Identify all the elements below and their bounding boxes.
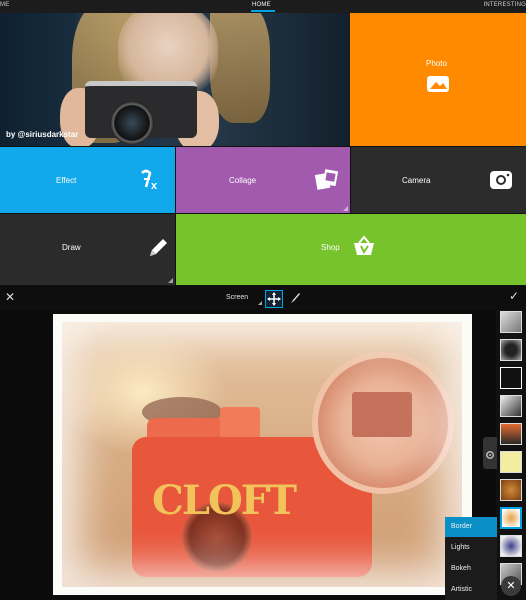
effect-thumbnail[interactable]	[500, 311, 522, 333]
effect-thumbnail[interactable]	[500, 451, 522, 473]
effect-thumbnail[interactable]	[500, 423, 522, 445]
draw-tile-corner	[168, 278, 173, 283]
collage-tile[interactable]: Collage	[176, 147, 350, 213]
close-menu-icon[interactable]: ✕	[501, 576, 521, 596]
category-artistic[interactable]: Artistic	[445, 580, 497, 600]
effect-thumbnail[interactable]	[500, 367, 522, 389]
effect-tile-label: Effect	[56, 176, 77, 185]
photo-vignette	[62, 322, 462, 587]
gallery-icon	[426, 75, 450, 98]
hero-hair-right	[210, 13, 270, 123]
camera-tile-label: Camera	[402, 176, 431, 185]
collage-icon	[314, 167, 340, 198]
move-icon[interactable]	[265, 290, 283, 308]
gear-icon	[485, 447, 495, 465]
blend-mode-select[interactable]: Screen	[226, 294, 248, 301]
category-border[interactable]: Border	[445, 517, 497, 537]
photo-tile-label: Photo	[426, 59, 447, 68]
close-icon[interactable]: ✕	[5, 290, 15, 304]
effect-thumbnail[interactable]	[500, 479, 522, 501]
collage-tile-corner	[343, 206, 348, 211]
settings-tab[interactable]	[483, 437, 497, 469]
shop-tile[interactable]: Shop	[176, 214, 350, 285]
shop-tile-label: Shop	[321, 243, 340, 252]
edited-photo[interactable]: CLOFT	[62, 322, 462, 587]
effect-category-menu: Border Lights Bokeh Artistic	[445, 517, 497, 600]
tab-me[interactable]: ME	[0, 2, 9, 8]
basket-icon	[352, 235, 376, 262]
hero-camera-lens	[110, 101, 154, 145]
collage-tile-label: Collage	[229, 176, 257, 185]
blend-mode-dropdown-indicator	[258, 301, 262, 305]
draw-tile-label: Draw	[62, 243, 81, 252]
check-icon[interactable]: ✓	[509, 289, 519, 303]
brush-icon[interactable]	[288, 291, 302, 305]
effect-thumbnail-selected[interactable]	[500, 507, 522, 529]
tab-interesting[interactable]: INTERESTING	[483, 2, 526, 8]
effect-thumbnail[interactable]	[500, 339, 522, 361]
draw-tile[interactable]: Draw	[0, 214, 175, 285]
tab-home-indicator	[251, 10, 275, 12]
top-navigation: ME HOME INTERESTING	[0, 0, 526, 13]
camera-tile[interactable]: Camera	[351, 147, 526, 213]
effect-thumbnail[interactable]	[500, 395, 522, 417]
svg-text:x: x	[151, 180, 158, 192]
effect-thumbnail[interactable]	[500, 535, 522, 557]
pencil-icon	[146, 236, 170, 265]
featured-image-tile[interactable]: by @siriusdarkstar	[0, 13, 350, 146]
category-lights[interactable]: Lights	[445, 538, 497, 558]
editor-toolbar: ✕ Screen ✓	[0, 286, 526, 310]
photo-credit[interactable]: by @siriusdarkstar	[6, 130, 78, 139]
tab-home[interactable]: HOME	[252, 2, 271, 8]
camera-icon	[489, 169, 513, 196]
shop-tile-extension[interactable]	[350, 214, 526, 285]
photo-tile[interactable]: Photo	[350, 13, 526, 146]
fx-icon: x	[138, 167, 164, 198]
effect-tile[interactable]: Effect x	[0, 147, 175, 213]
category-bokeh[interactable]: Bokeh	[445, 559, 497, 579]
